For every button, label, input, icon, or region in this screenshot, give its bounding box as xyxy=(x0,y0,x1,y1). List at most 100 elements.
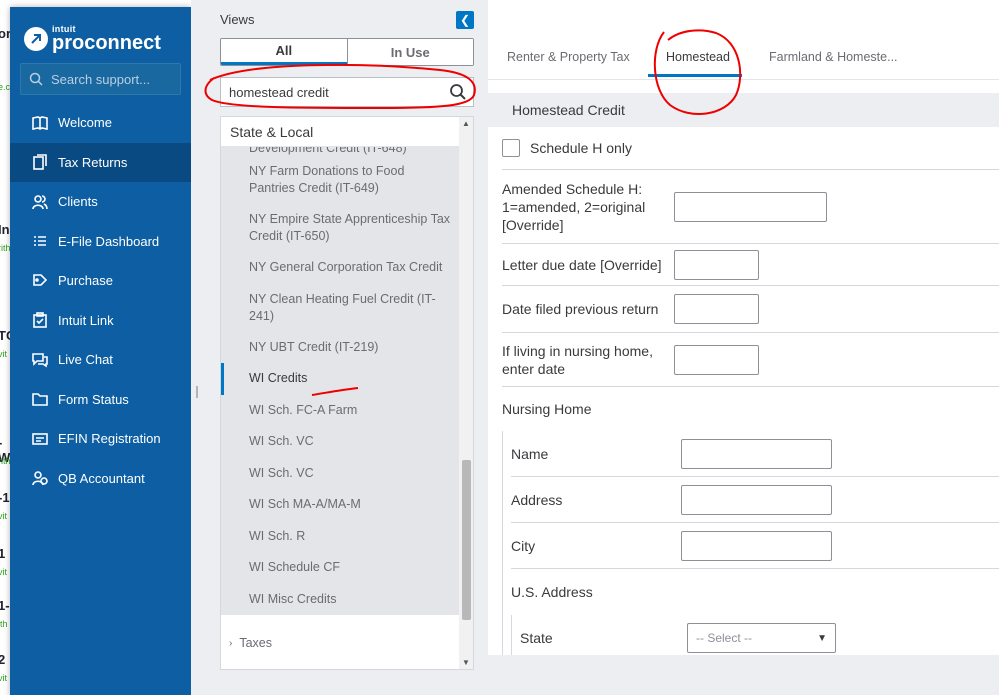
nav-item-form-status[interactable]: Form Status xyxy=(10,380,191,420)
tree-group-header[interactable]: State & Local xyxy=(221,117,459,147)
tree-item[interactable]: WI Schedule CF xyxy=(221,552,459,584)
nav-item-purchase[interactable]: Purchase xyxy=(10,261,191,301)
date-filed-row: Date filed previous return xyxy=(502,286,999,333)
tree-item[interactable]: NY General Corporation Tax Credit xyxy=(221,252,459,284)
address-input[interactable] xyxy=(681,484,832,515)
city-input[interactable] xyxy=(681,530,832,561)
views-tree: Development Credit (IT-648) NY Farm Dona… xyxy=(220,116,474,670)
address-label: Address xyxy=(511,491,563,508)
collapse-panel-button[interactable]: ❮ xyxy=(456,11,474,29)
scroll-thumb[interactable] xyxy=(462,460,471,620)
bg-text: 2 xyxy=(0,652,6,667)
tab-farmland-homestead[interactable]: Farmland & Homeste... xyxy=(769,50,898,64)
nav-label: Intuit Link xyxy=(58,312,114,328)
state-select[interactable]: -- Select -- ▼ xyxy=(687,623,836,653)
name-input[interactable] xyxy=(681,438,832,469)
folder-icon xyxy=(32,393,48,407)
nav-label: Purchase xyxy=(58,273,113,289)
nursing-home-fields: Name Address City U.S. Address State -- … xyxy=(502,431,999,661)
nav-item-live-chat[interactable]: Live Chat xyxy=(10,340,191,380)
book-icon xyxy=(32,115,48,130)
tree-item-selected[interactable]: WI Credits xyxy=(221,363,459,395)
search-support-input[interactable]: Search support... xyxy=(20,63,181,95)
nav-item-clients[interactable]: Clients xyxy=(10,182,191,222)
panel-splitter[interactable] xyxy=(191,0,205,695)
bg-text: In xyxy=(0,222,10,237)
nursing-date-row: If living in nursing home, enter date xyxy=(502,333,999,387)
nav-label: Welcome xyxy=(58,115,112,131)
nursing-date-input[interactable] xyxy=(674,344,759,375)
search-icon xyxy=(29,72,43,86)
nav-item-efile-dashboard[interactable]: E-File Dashboard xyxy=(10,222,191,262)
state-label: State xyxy=(520,630,553,646)
name-row: Name xyxy=(511,431,999,477)
date-filed-label: Date filed previous return xyxy=(502,301,659,317)
schedule-h-checkbox[interactable] xyxy=(502,139,520,157)
tree-item[interactable]: WI Sch. VC xyxy=(221,458,459,490)
views-label: Views xyxy=(220,12,255,27)
brand-logo[interactable]: intuit proconnect xyxy=(24,19,161,59)
address-row: Address xyxy=(511,477,999,523)
tree-item[interactable]: WI Sch. R xyxy=(221,521,459,553)
tab-in-use[interactable]: In Use xyxy=(346,39,473,65)
nav-item-welcome[interactable]: Welcome xyxy=(10,103,191,143)
letter-due-row: Letter due date [Override] xyxy=(502,244,999,286)
nav-label: Clients xyxy=(58,194,98,210)
tree-group-label: State & Local xyxy=(230,123,314,140)
tab-all[interactable]: All xyxy=(221,39,347,65)
tree-item[interactable]: WI Sch. VC xyxy=(221,426,459,458)
bg-text: ith xyxy=(0,619,8,629)
tab-renter-property-tax[interactable]: Renter & Property Tax xyxy=(507,50,630,64)
nav-item-qb-accountant[interactable]: QB Accountant xyxy=(10,459,191,499)
clipboard-icon xyxy=(33,312,47,329)
tree-scrollbar[interactable]: ▲ ▼ xyxy=(459,117,473,669)
bg-text: vit xyxy=(0,567,7,577)
bg-text: rith xyxy=(0,456,11,466)
splitter-grip-icon[interactable] xyxy=(196,386,198,398)
nav-label: Tax Returns xyxy=(58,154,128,170)
chat-icon xyxy=(32,352,48,368)
accountant-icon xyxy=(32,471,48,486)
bottom-gap xyxy=(488,655,999,695)
form-area: Renter & Property Tax Homestead Farmland… xyxy=(488,0,999,695)
views-search-input[interactable]: homestead credit xyxy=(220,77,474,107)
tree-item[interactable]: WI Sch. FC-A Farm xyxy=(221,395,459,427)
city-row: City xyxy=(511,523,999,569)
tree-item[interactable]: WI Sch MA-A/MA-M xyxy=(221,489,459,521)
nav-item-efin-registration[interactable]: EFIN Registration xyxy=(10,419,191,459)
nav-item-intuit-link[interactable]: Intuit Link xyxy=(10,301,191,341)
search-icon[interactable] xyxy=(449,83,467,101)
tree-item[interactable]: WI Misc Credits xyxy=(221,584,459,616)
date-filed-input[interactable] xyxy=(674,294,759,324)
homestead-form: Schedule H only Amended Schedule H: 1=am… xyxy=(502,127,999,661)
nav-label: Form Status xyxy=(58,391,129,407)
state-select-value: -- Select -- xyxy=(696,631,753,645)
letter-due-input[interactable] xyxy=(674,249,759,280)
nursing-home-header: Nursing Home xyxy=(502,401,592,417)
bg-text: 1 xyxy=(0,546,6,561)
bg-text: vit xyxy=(0,349,7,359)
views-panel: Views ❮ All In Use homestead credit Deve… xyxy=(205,0,488,695)
tree-group-taxes[interactable]: › Taxes xyxy=(221,628,459,658)
letter-due-label: Letter due date [Override] xyxy=(502,256,662,273)
scroll-down-icon[interactable]: ▼ xyxy=(462,658,470,667)
scroll-up-icon[interactable]: ▲ xyxy=(462,119,470,128)
tree-item[interactable]: NY Clean Heating Fuel Credit (IT-241) xyxy=(221,284,459,332)
tree-item[interactable]: NY Farm Donations to Food Pantries Credi… xyxy=(221,156,459,204)
people-icon xyxy=(32,194,48,209)
bg-text: 1- xyxy=(0,598,10,613)
amended-row: Amended Schedule H: 1=amended, 2=origina… xyxy=(502,170,999,244)
main-sidebar: intuit proconnect Search support... Welc… xyxy=(10,7,191,695)
nav-label: QB Accountant xyxy=(58,470,145,486)
bg-text: rith xyxy=(0,243,11,253)
amended-input[interactable] xyxy=(674,191,827,222)
tab-homestead[interactable]: Homestead xyxy=(666,50,730,64)
tree-item[interactable]: NY Empire State Apprenticeship Tax Credi… xyxy=(221,204,459,252)
city-label: City xyxy=(511,537,536,554)
sidebar-nav: Welcome Tax Returns Clients E-File Dashb… xyxy=(10,103,191,498)
nav-item-tax-returns[interactable]: Tax Returns xyxy=(10,142,191,182)
bg-text: -1 xyxy=(0,490,10,505)
tree-item[interactable]: NY UBT Credit (IT-219) xyxy=(221,332,459,364)
documents-icon xyxy=(33,154,47,171)
schedule-h-label: Schedule H only xyxy=(530,140,632,156)
